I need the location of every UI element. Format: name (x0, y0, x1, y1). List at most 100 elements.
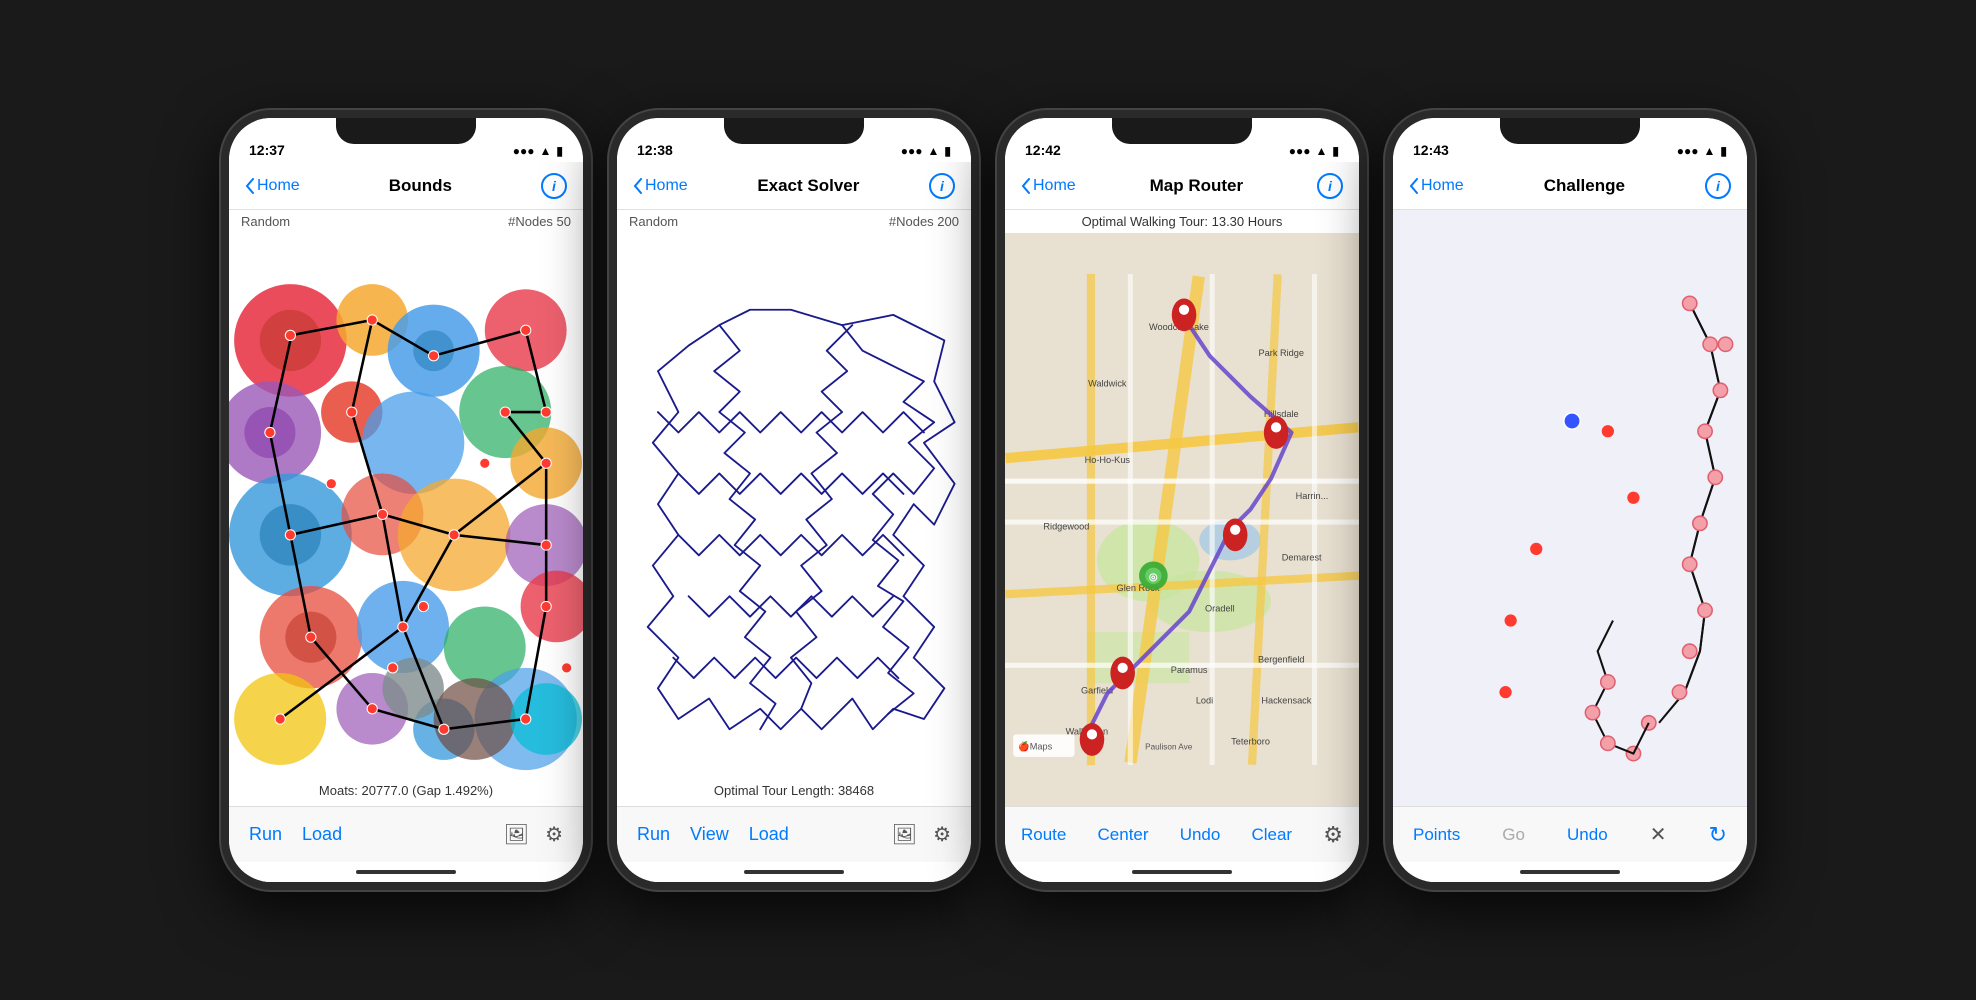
nav-bar-4: Home Challenge i (1393, 162, 1747, 210)
screen-challenge: 12:43 ●●● ▲ ▮ Home Challenge i (1393, 118, 1747, 882)
home-bar-4 (1520, 870, 1620, 874)
map-info-bar: Optimal Walking Tour: 13.30 Hours (1005, 210, 1359, 233)
challenge-toolbar: Points Go Undo ✕ ↻ (1393, 806, 1747, 862)
back-button-2[interactable]: Home (633, 177, 688, 195)
notch-3 (1112, 118, 1252, 144)
clear-button[interactable]: Clear (1251, 825, 1292, 845)
svg-text:Bergenfield: Bergenfield (1258, 655, 1304, 665)
points-button[interactable]: Points (1413, 825, 1460, 845)
bottom-bar-1: Run Load 🖼 ⚙ (229, 806, 583, 862)
challenge-canvas[interactable] (1393, 210, 1747, 806)
undo-button-3[interactable]: Undo (1180, 825, 1221, 845)
wifi-icon-2: ▲ (928, 144, 940, 158)
image-icon-2[interactable]: 🖼 (892, 822, 917, 847)
go-button: Go (1502, 825, 1525, 845)
status-time-4: 12:43 (1413, 142, 1449, 158)
home-bar-3 (1132, 870, 1232, 874)
solver-canvas[interactable]: Optimal Tour Length: 38468 (617, 233, 971, 806)
notch-1 (336, 118, 476, 144)
load-button-1[interactable]: Load (302, 824, 342, 845)
nav-bar-2: Home Exact Solver i (617, 162, 971, 210)
wifi-icon-4: ▲ (1704, 144, 1716, 158)
battery-icon-3: ▮ (1332, 144, 1339, 158)
status-icons-4: ●●● ▲ ▮ (1677, 144, 1727, 158)
svg-text:◎: ◎ (1149, 572, 1158, 583)
svg-text:🍎Maps: 🍎Maps (1018, 741, 1052, 753)
content-maprouter: Optimal Walking Tour: 13.30 Hours (1005, 210, 1359, 862)
back-label-1: Home (257, 177, 300, 195)
svg-text:Paramus: Paramus (1171, 665, 1208, 675)
meta-bar-1: Random #Nodes 50 (229, 210, 583, 233)
info-button-3[interactable]: i (1317, 173, 1343, 199)
screen-maprouter: 12:42 ●●● ▲ ▮ Home Map Router i Optimal … (1005, 118, 1359, 882)
gear-icon-2[interactable]: ⚙ (933, 822, 951, 847)
run-button-2[interactable]: Run (637, 824, 670, 845)
refresh-button[interactable]: ↻ (1709, 822, 1727, 848)
nav-title-2: Exact Solver (757, 176, 859, 196)
svg-text:Harrin...: Harrin... (1296, 491, 1329, 501)
bounds-canvas[interactable]: Moats: 20777.0 (Gap 1.492%) (229, 233, 583, 806)
back-button-3[interactable]: Home (1021, 177, 1076, 195)
back-button-1[interactable]: Home (245, 177, 300, 195)
info-button-1[interactable]: i (541, 173, 567, 199)
bounds-svg (229, 233, 583, 806)
gear-icon-3[interactable]: ⚙ (1323, 822, 1343, 848)
challenge-svg (1393, 210, 1747, 806)
map-toolbar: Route Center Undo Clear ⚙ (1005, 806, 1359, 862)
home-indicator-2 (617, 862, 971, 882)
home-indicator-4 (1393, 862, 1747, 882)
svg-text:Ho-Ho-Kus: Ho-Ho-Kus (1085, 455, 1131, 465)
route-button[interactable]: Route (1021, 825, 1066, 845)
solver-svg (617, 233, 971, 806)
nav-title-4: Challenge (1544, 176, 1625, 196)
svg-text:Teterboro: Teterboro (1231, 737, 1270, 747)
content-challenge: Points Go Undo ✕ ↻ (1393, 210, 1747, 862)
status-icons-2: ●●● ▲ ▮ (901, 144, 951, 158)
phone-maprouter: 12:42 ●●● ▲ ▮ Home Map Router i Optimal … (997, 110, 1367, 890)
battery-icon-2: ▮ (944, 144, 951, 158)
image-icon-1[interactable]: 🖼 (504, 822, 529, 847)
close-button[interactable]: ✕ (1650, 822, 1667, 847)
bottom-icons-2: 🖼 ⚙ (892, 822, 951, 847)
meta-bar-2: Random #Nodes 200 (617, 210, 971, 233)
load-button-2[interactable]: Load (749, 824, 789, 845)
center-button[interactable]: Center (1098, 825, 1149, 845)
bottom-bar-2: Run View Load 🖼 ⚙ (617, 806, 971, 862)
info-button-4[interactable]: i (1705, 173, 1731, 199)
map-canvas[interactable]: Woodcliff Lake Park Ridge Waldwick Hills… (1005, 233, 1359, 806)
run-button-1[interactable]: Run (249, 824, 282, 845)
notch-4 (1500, 118, 1640, 144)
screen-bounds: 12:37 ●●● ▲ ▮ Home Bounds i Random #Node (229, 118, 583, 882)
status-time-2: 12:38 (637, 142, 673, 158)
view-button-2[interactable]: View (690, 824, 729, 845)
meta-left-1: Random (241, 214, 290, 229)
home-bar-2 (744, 870, 844, 874)
svg-text:Demarest: Demarest (1282, 552, 1322, 562)
signal-icon-4: ●●● (1677, 144, 1699, 158)
nav-bar-3: Home Map Router i (1005, 162, 1359, 210)
svg-text:Lodi: Lodi (1196, 696, 1213, 706)
undo-button-4[interactable]: Undo (1567, 825, 1608, 845)
wifi-icon-3: ▲ (1316, 144, 1328, 158)
bottom-actions-1: Run Load (249, 824, 342, 845)
phone-bounds: 12:37 ●●● ▲ ▮ Home Bounds i Random #Node (221, 110, 591, 890)
battery-icon-1: ▮ (556, 144, 563, 158)
meta-right-1: #Nodes 50 (508, 214, 571, 229)
signal-icon-1: ●●● (513, 144, 535, 158)
gear-icon-1[interactable]: ⚙ (545, 822, 563, 847)
svg-text:Hackensack: Hackensack (1261, 696, 1311, 706)
nav-bar-1: Home Bounds i (229, 162, 583, 210)
status-icons-1: ●●● ▲ ▮ (513, 144, 563, 158)
meta-left-2: Random (629, 214, 678, 229)
map-svg: Woodcliff Lake Park Ridge Waldwick Hills… (1005, 233, 1359, 806)
svg-text:Park Ridge: Park Ridge (1259, 348, 1304, 358)
back-label-3: Home (1033, 177, 1076, 195)
status-time-1: 12:37 (249, 142, 285, 158)
back-button-4[interactable]: Home (1409, 177, 1464, 195)
wifi-icon-1: ▲ (540, 144, 552, 158)
home-indicator-3 (1005, 862, 1359, 882)
info-button-2[interactable]: i (929, 173, 955, 199)
svg-text:Ridgewood: Ridgewood (1043, 522, 1089, 532)
signal-icon-2: ●●● (901, 144, 923, 158)
svg-text:Waldwick: Waldwick (1088, 378, 1127, 388)
